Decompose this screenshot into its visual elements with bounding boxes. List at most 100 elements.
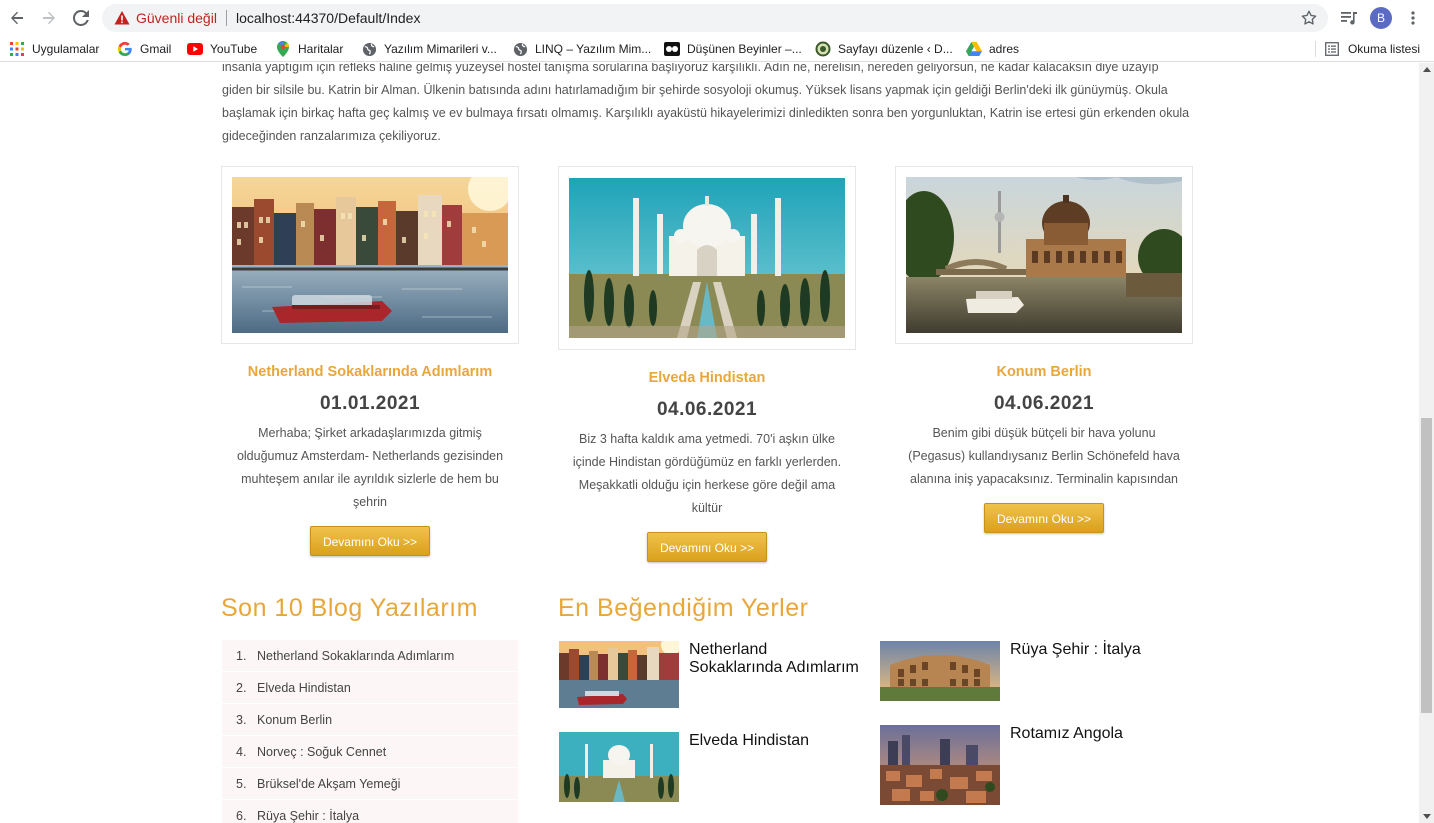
favorite-item-netherland[interactable]: Netherland Sokaklarında Adımlarım [559, 641, 864, 708]
blog-card-hindistan: Elveda Hindistan 04.06.2021 Biz 3 hafta … [558, 166, 856, 562]
reading-list-button[interactable]: Okuma listesi [1325, 40, 1420, 58]
card-date: 04.06.2021 [656, 399, 758, 420]
list-label[interactable]: Norveç : Soğuk Cennet [257, 745, 386, 759]
list-number: 6. [236, 809, 247, 823]
reload-button[interactable] [69, 6, 93, 30]
list-number: 3. [236, 713, 247, 727]
bookmark-linq[interactable]: LINQ – Yazılım Mim... [512, 40, 651, 58]
forward-arrow-icon [43, 11, 55, 25]
favorite-image[interactable] [559, 641, 679, 708]
avatar: B [1370, 7, 1392, 29]
list-number: 5. [236, 777, 247, 791]
address-bar[interactable]: Güvenli değil localhost:44370/Default/In… [102, 4, 1328, 32]
read-more-button[interactable]: Devamını Oku >> [646, 532, 768, 562]
card-title[interactable]: Netherland Sokaklarında Adımlarım [221, 364, 519, 380]
list-number: 2. [236, 681, 247, 695]
globe-icon [361, 41, 377, 57]
favorite-image[interactable] [559, 732, 679, 802]
list-item[interactable]: 1. Netherland Sokaklarında Adımlarım [222, 640, 518, 672]
read-more-button[interactable]: Devamını Oku >> [309, 526, 431, 556]
amsterdam-canal-image[interactable] [232, 177, 508, 333]
bookmark-label: Yazılım Mimarileri v... [384, 42, 497, 56]
bookmark-gmail[interactable]: Gmail [117, 40, 171, 58]
page-viewport: insanla yaptığım için refleks haline gel… [0, 63, 1419, 823]
favorite-item-italya[interactable]: Rüya Şehir : İtalya [880, 641, 1185, 701]
berlin-museum-image[interactable] [906, 177, 1182, 333]
globe-icon [512, 41, 528, 57]
favorite-label[interactable]: Netherland Sokaklarında Adımlarım [689, 641, 864, 708]
bookmark-yazilim-mimarileri[interactable]: Yazılım Mimarileri v... [361, 40, 497, 58]
url-text[interactable]: localhost:44370/Default/Index [236, 10, 420, 26]
list-item[interactable]: 2. Elveda Hindistan [222, 672, 518, 704]
back-arrow-icon [11, 11, 23, 25]
blog-card-berlin: Konum Berlin 04.06.2021 Benim gibi düşük… [895, 166, 1193, 533]
scroll-down-arrow-icon[interactable] [1423, 814, 1431, 819]
taj-mahal-image[interactable] [569, 178, 845, 338]
read-more-button[interactable]: Devamını Oku >> [983, 503, 1105, 533]
bookmark-label: YouTube [210, 42, 258, 56]
drive-icon [966, 41, 982, 57]
favorite-item-angola[interactable]: Rotamız Angola [880, 725, 1185, 805]
forward-button[interactable] [37, 6, 61, 30]
bookmark-label: Düşünen Beyinler –... [687, 42, 802, 56]
page-scrollbar[interactable] [1419, 63, 1434, 823]
list-item[interactable]: 6. Rüya Şehir : İtalya [222, 800, 518, 823]
bookmark-label: Sayfayı düzenle ‹ D... [838, 42, 953, 56]
security-status[interactable]: Güvenli değil [136, 10, 217, 26]
blog-list: 1. Netherland Sokaklarında Adımlarım 2. El… [222, 640, 518, 823]
favorite-label[interactable]: Elveda Hindistan [689, 732, 864, 802]
favorites-title: En Beğendiğim Yerler [558, 594, 809, 622]
scrollbar-thumb[interactable] [1421, 418, 1432, 713]
bookmark-maps[interactable]: Haritalar [275, 40, 343, 58]
blog-list-title: Son 10 Blog Yazılarım [221, 594, 478, 622]
google-icon [117, 41, 133, 57]
back-button[interactable] [5, 6, 29, 30]
bookmark-sayfayi-duzenle[interactable]: Sayfayı düzenle ‹ D... [815, 40, 953, 58]
card-excerpt: Benim gibi düşük bütçeli bir hava yolunu… [908, 426, 1180, 486]
apps-grid-icon [9, 41, 25, 57]
favorite-image[interactable] [880, 725, 1000, 805]
favorite-item-hindistan[interactable]: Elveda Hindistan [559, 732, 864, 802]
list-label[interactable]: Rüya Şehir : İtalya [257, 809, 359, 823]
list-item[interactable]: 5. Brüksel'de Akşam Yemeği [222, 768, 518, 800]
bookmark-dusunen-beyinler[interactable]: Düşünen Beyinler –... [664, 40, 802, 58]
media-control-button[interactable] [1337, 6, 1361, 30]
list-number: 1. [236, 649, 247, 663]
reading-list-icon [1325, 41, 1341, 57]
maps-pin-icon [275, 41, 291, 57]
scroll-up-arrow-icon[interactable] [1423, 67, 1431, 72]
wordpress-icon [815, 41, 831, 57]
favorite-label[interactable]: Rüya Şehir : İtalya [1010, 641, 1185, 701]
list-item[interactable]: 4. Norveç : Soğuk Cennet [222, 736, 518, 768]
youtube-icon [187, 41, 203, 57]
card-excerpt: Merhaba; Şirket arkadaşlarımızda gitmiş … [236, 426, 504, 509]
warning-triangle-icon[interactable] [114, 10, 130, 31]
list-item[interactable]: 3. Konum Berlin [222, 704, 518, 736]
blog-card-netherland: Netherland Sokaklarında Adımlarım 01.01.… [221, 166, 519, 556]
card-title[interactable]: Konum Berlin [895, 364, 1193, 380]
bookmark-star-icon[interactable] [1300, 9, 1318, 32]
list-label[interactable]: Netherland Sokaklarında Adımlarım [257, 649, 454, 663]
bookmark-label: LINQ – Yazılım Mim... [535, 42, 652, 56]
list-label[interactable]: Konum Berlin [257, 713, 332, 727]
card-image-frame [558, 166, 856, 350]
browser-menu-button[interactable] [1401, 6, 1425, 30]
card-image-frame [895, 166, 1193, 344]
card-excerpt: Biz 3 hafta kaldık ama yetmedi. 70'i aşk… [572, 432, 842, 515]
list-label[interactable]: Brüksel'de Akşam Yemeği [257, 777, 400, 791]
bookmark-label: adres [989, 42, 1020, 56]
favorite-image[interactable] [880, 641, 1000, 701]
reload-icon [73, 10, 89, 26]
bookmark-label: Gmail [140, 42, 172, 56]
list-label[interactable]: Elveda Hindistan [257, 681, 351, 695]
card-image-frame [221, 166, 519, 344]
favorite-label[interactable]: Rotamız Angola [1010, 725, 1185, 805]
profile-button[interactable]: B [1369, 6, 1393, 30]
bookmark-youtube[interactable]: YouTube [187, 40, 257, 58]
bookmark-apps[interactable]: Uygulamalar [9, 40, 99, 58]
bookmark-adres[interactable]: adres [966, 40, 1019, 58]
bookmarks-divider [1315, 41, 1316, 57]
kebab-menu-icon [1411, 11, 1415, 25]
card-title[interactable]: Elveda Hindistan [558, 370, 856, 386]
bookmark-label: Uygulamalar [32, 42, 100, 56]
